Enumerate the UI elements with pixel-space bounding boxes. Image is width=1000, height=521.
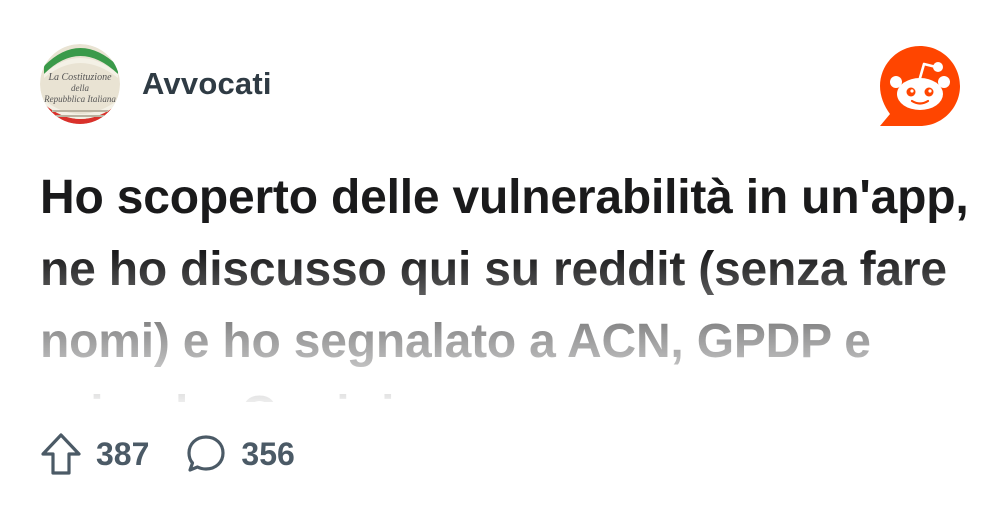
community-name[interactable]: Avvocati (142, 66, 272, 102)
post-card[interactable]: La Costituzione della Repubblica Italian… (0, 0, 1000, 521)
avatar-text-2: della (71, 83, 89, 93)
post-title: Ho scoperto delle vulnerabilità in un'ap… (40, 171, 969, 402)
upvote-button[interactable]: 387 (40, 432, 149, 476)
community-avatar[interactable]: La Costituzione della Repubblica Italian… (40, 44, 120, 124)
avatar-text-3: Repubblica Italiana (43, 94, 116, 104)
speech-bubble-icon (187, 435, 225, 472)
reddit-logo-icon (880, 46, 960, 126)
post-title-container[interactable]: Ho scoperto delle vulnerabilità in un'ap… (40, 162, 970, 402)
constitution-avatar-icon: La Costituzione della Repubblica Italian… (40, 44, 120, 124)
comment-count: 356 (241, 435, 295, 472)
post-header: La Costituzione della Repubblica Italian… (40, 44, 272, 124)
comments-button[interactable]: 356 (185, 433, 295, 475)
post-actions: 387 356 (40, 432, 331, 476)
upvote-count: 387 (96, 435, 150, 472)
upvote-icon (41, 433, 81, 475)
avatar-text-1: La Costituzione (47, 72, 112, 83)
